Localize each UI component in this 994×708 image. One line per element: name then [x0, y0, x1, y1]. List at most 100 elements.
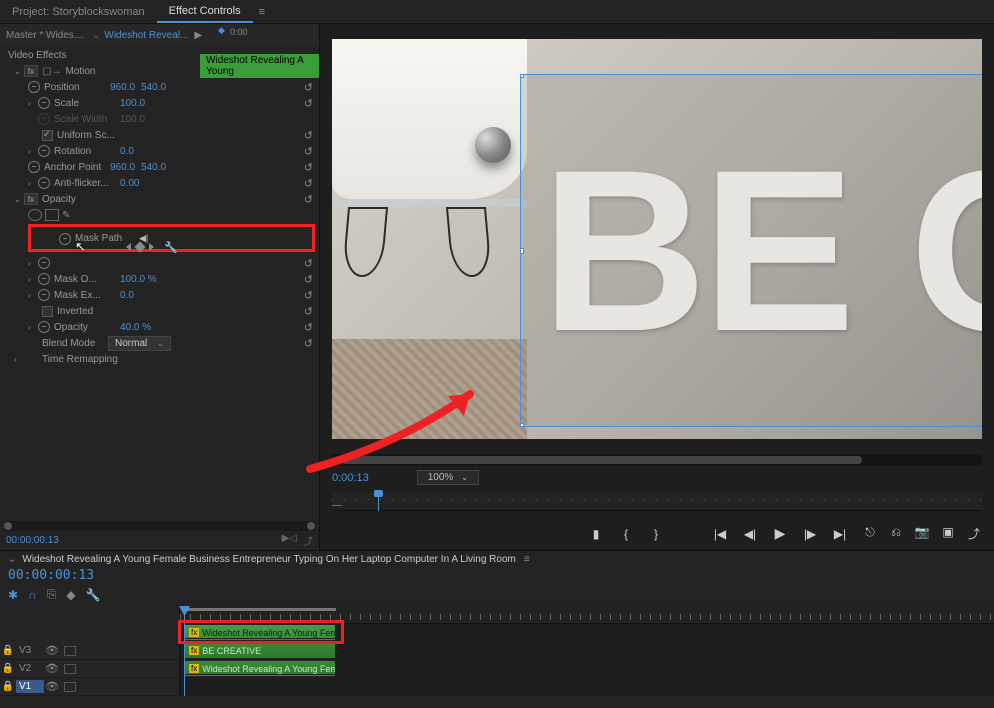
toggle-arrow-icon[interactable]: ›: [28, 99, 38, 108]
panel-menu-icon[interactable]: ≡: [259, 6, 265, 18]
ec-timecode[interactable]: 00:00:00:13: [6, 535, 59, 546]
reset-icon[interactable]: ↺: [304, 305, 313, 318]
work-area-bar[interactable]: [184, 608, 336, 611]
reset-icon[interactable]: ↺: [304, 193, 313, 206]
antiflicker-row[interactable]: › Anti-flicker... 0.00 ↺: [0, 175, 319, 191]
track-output-icon[interactable]: [64, 664, 76, 674]
mask-expansion-row[interactable]: › Mask Ex... 0.0 ↺: [0, 287, 319, 303]
track-label[interactable]: V1: [16, 680, 44, 693]
reset-icon[interactable]: ↺: [304, 289, 313, 302]
export-frame-icon[interactable]: ⤴: [966, 525, 982, 542]
toggle-arrow-icon[interactable]: ›: [28, 259, 38, 268]
scrollbar-thumb-left[interactable]: [4, 522, 12, 530]
snap-icon[interactable]: ✱: [8, 588, 18, 602]
extract-icon[interactable]: ⎌: [888, 525, 904, 542]
prev-keyframe-icon[interactable]: [122, 243, 131, 251]
stopwatch-icon[interactable]: [28, 81, 40, 93]
clip-v1-audio[interactable]: [184, 674, 336, 677]
ec-scrollbar[interactable]: [4, 521, 315, 531]
magnet-icon[interactable]: ∩: [28, 588, 37, 602]
eye-icon[interactable]: 👁: [44, 662, 60, 675]
timeline-tracks[interactable]: fx Wideshot Revealing A Young Female Bus…: [180, 606, 994, 696]
inverted-checkbox[interactable]: [42, 306, 53, 317]
mini-playhead-icon[interactable]: ◆: [218, 25, 225, 36]
toggle-arrow-icon[interactable]: ⌄: [14, 195, 24, 204]
eye-icon[interactable]: 👁: [44, 644, 60, 657]
reset-icon[interactable]: ↺: [304, 97, 313, 110]
next-keyframe-icon[interactable]: [149, 243, 158, 251]
track-label[interactable]: V3: [16, 644, 44, 657]
lift-icon[interactable]: ⎋: [862, 525, 878, 542]
mask-handle[interactable]: [520, 248, 524, 254]
mask-nav-row[interactable]: 🔧: [0, 239, 319, 255]
toggle-arrow-icon[interactable]: ›: [28, 323, 38, 332]
eye-icon[interactable]: 👁: [44, 680, 60, 693]
monitor-scrollbar-thumb[interactable]: [342, 456, 862, 464]
ec-mini-timeline[interactable]: ◆ 0:00: [210, 27, 313, 43]
scale-row[interactable]: › Scale 100.0 ↺: [0, 95, 319, 111]
settings-icon[interactable]: 🔧: [86, 588, 101, 602]
marker-icon[interactable]: ◆: [66, 588, 75, 602]
opacity-value[interactable]: 40.0 %: [120, 322, 151, 333]
rotation-row[interactable]: › Rotation 0.0 ↺: [0, 143, 319, 159]
mark-in-icon[interactable]: ▮: [588, 527, 604, 541]
clip-link[interactable]: Wideshot Reveal...: [104, 30, 188, 41]
anchor-y-value[interactable]: 540.0: [141, 162, 166, 173]
clip-v3-audio[interactable]: [184, 638, 336, 641]
reset-icon[interactable]: ↺: [304, 257, 313, 270]
opacity-effect-row[interactable]: ⌄ fx Opacity ↺: [0, 191, 319, 207]
stopwatch-icon[interactable]: [28, 161, 40, 173]
position-x-value[interactable]: 960.0: [110, 82, 135, 93]
sequence-timecode[interactable]: 00:00:00:13: [8, 568, 94, 583]
track-settings-icon[interactable]: 🔧: [164, 241, 178, 254]
goto-in-icon[interactable]: |◀: [712, 527, 728, 541]
zoom-dropdown[interactable]: 100% ⌄: [417, 470, 479, 485]
fx-badge-icon[interactable]: fx: [24, 193, 38, 205]
effect-controls-tab[interactable]: Effect Controls: [157, 1, 253, 23]
anchor-point-row[interactable]: Anchor Point 960.0 540.0 ↺: [0, 159, 319, 175]
goto-out-icon[interactable]: ▶|: [832, 527, 848, 541]
antiflicker-value[interactable]: 0.00: [120, 178, 139, 189]
position-y-value[interactable]: 540.0: [141, 82, 166, 93]
mask-opacity-row[interactable]: › Mask O... 100.0 % ↺: [0, 271, 319, 287]
track-header-v2[interactable]: 🔒 V2 👁: [0, 660, 179, 678]
mask-handle[interactable]: [520, 423, 524, 427]
mark-clip-icon[interactable]: }: [648, 527, 664, 541]
monitor-playhead[interactable]: [378, 493, 379, 511]
linked-sel-icon[interactable]: ⎘: [47, 587, 57, 602]
uniform-checkbox[interactable]: [42, 130, 53, 141]
track-output-icon[interactable]: [64, 682, 76, 692]
lock-icon[interactable]: 🔒: [0, 681, 16, 692]
reset-icon[interactable]: ↺: [304, 273, 313, 286]
uniform-scale-row[interactable]: Uniform Sc... ↺: [0, 127, 319, 143]
stopwatch-icon[interactable]: [38, 177, 50, 189]
clip-v2[interactable]: fx BE CREATIVE: [184, 642, 336, 659]
opacity-row[interactable]: › Opacity 40.0 % ↺: [0, 319, 319, 335]
sequence-header[interactable]: ⌄ Wideshot Revealing A Young Female Busi…: [0, 551, 994, 568]
mask-handle[interactable]: [520, 74, 524, 78]
stopwatch-icon[interactable]: [38, 145, 50, 157]
scrollbar-thumb-right[interactable]: [307, 522, 315, 530]
step-back-icon[interactable]: ◀|: [742, 527, 758, 541]
reset-icon[interactable]: ↺: [304, 337, 313, 350]
reset-icon[interactable]: ↺: [304, 145, 313, 158]
rect-mask-icon[interactable]: [45, 209, 59, 221]
loop-icon[interactable]: ▶◁: [282, 533, 297, 548]
stopwatch-icon[interactable]: [38, 273, 50, 285]
toggle-arrow-icon[interactable]: ›: [28, 179, 38, 188]
monitor-scrollbar[interactable]: [332, 454, 982, 466]
track-header-v1[interactable]: 🔒 V1 👁: [0, 678, 179, 696]
stopwatch-icon[interactable]: [38, 97, 50, 109]
timeline-ruler[interactable]: [180, 606, 994, 624]
reset-icon[interactable]: ↺: [304, 129, 313, 142]
inverted-row[interactable]: Inverted ↺: [0, 303, 319, 319]
scale-value[interactable]: 100.0: [120, 98, 145, 109]
toggle-arrow-icon[interactable]: ›: [14, 355, 24, 364]
toggle-arrow-icon[interactable]: ›: [28, 291, 38, 300]
mask-o-value[interactable]: 100.0 %: [120, 274, 157, 285]
toggle-arrow-icon[interactable]: ›: [28, 147, 38, 156]
stopwatch-icon[interactable]: [38, 289, 50, 301]
reset-icon[interactable]: ↺: [304, 177, 313, 190]
reset-icon[interactable]: ↺: [304, 81, 313, 94]
rotation-value[interactable]: 0.0: [120, 146, 134, 157]
